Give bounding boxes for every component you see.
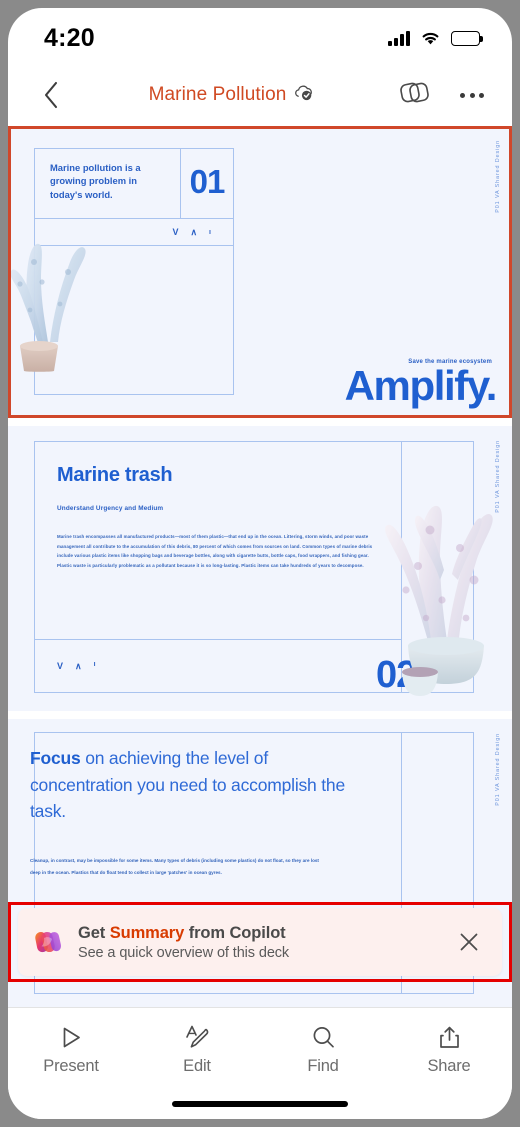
slide1-tick-1: V [172,227,179,237]
slide3-heading-bold: Focus [30,748,81,768]
slide2-title: Marine trash [57,464,173,486]
bottom-toolbar: Present Edit Find Share [8,1007,512,1119]
slide2-tick-2: ∧ [75,661,82,671]
coral-plant-image [382,470,498,700]
close-icon[interactable] [454,927,484,957]
slide1-wordmark: Amplify. [344,362,498,410]
battery-icon [451,30,483,46]
slide1-number: 01 [180,149,233,218]
home-indicator [172,1101,348,1107]
slide-thumbnail-1[interactable]: P01 VA Shared Design Marine pollution is… [8,126,512,418]
toolbar-item-share[interactable]: Share [394,1022,504,1076]
toolbar-item-find[interactable]: Find [268,1022,378,1076]
slide1-row-top: Marine pollution is a growing problem in… [35,149,233,219]
slide1-quote: Marine pollution is a growing problem in… [50,162,141,200]
slide2-ticks: V ∧ ı [57,661,96,672]
slide3-heading: Focus on achieving the level of concentr… [30,745,360,825]
document-title-group[interactable]: Marine Pollution [64,84,398,106]
nav-bar: Marine Pollution [8,64,512,126]
banner-title-prefix: Get [78,923,110,942]
slide1-tick-3: ı [209,228,211,236]
more-options-icon[interactable] [458,85,486,106]
slide2-subtitle: Understand Urgency and Medium [57,505,164,512]
copilot-pages-icon[interactable] [398,78,432,113]
banner-text-block: Get Summary from Copilot See a quick ove… [78,924,454,961]
toolbar-label-present: Present [43,1057,99,1075]
slide2-body: Marine trash encompasses all manufacture… [57,534,373,569]
copilot-banner-wrap: Get Summary from Copilot See a quick ove… [8,902,512,982]
slide-thumbnail-2[interactable]: P01 VA Shared Design Marine trash Unders… [8,426,512,711]
status-time: 4:20 [44,23,95,52]
slide-side-label: P01 VA Shared Design [495,733,501,806]
banner-title-highlight: Summary [109,923,185,942]
slide2-content: Marine trash Understand Urgency and Medi… [35,442,401,640]
nav-right-actions [398,78,486,113]
slide-side-label: P01 VA Shared Design [495,140,501,213]
slide2-text-column: Marine trash Understand Urgency and Medi… [35,442,402,692]
toolbar-label-find: Find [307,1057,339,1075]
slide2-tick-1: V [57,661,64,671]
banner-title-suffix: from Copilot [184,923,286,942]
phone-frame: 4:20 Marine Pollution P01 VA Shared Desi… [0,0,520,1127]
banner-title: Get Summary from Copilot [78,924,286,942]
slide1-tick-2: ∧ [190,226,198,237]
toolbar-label-share: Share [427,1057,471,1075]
chevron-left-icon [44,81,58,109]
page-title: Marine Pollution [148,84,287,105]
signal-bars-icon [388,30,410,46]
copilot-logo-icon [32,926,64,958]
cloud-check-icon [293,84,313,106]
banner-subtitle: See a quick overview of this deck [78,944,290,961]
wifi-icon [420,30,441,46]
slide3-body: Cleanup, in contrast, may be impossible … [30,858,319,875]
slide-list[interactable]: P01 VA Shared Design Marine pollution is… [8,126,512,1007]
copilot-summary-banner[interactable]: Get Summary from Copilot See a quick ove… [18,908,502,976]
toolbar-label-edit: Edit [183,1057,211,1075]
search-icon [310,1022,337,1052]
phone-screen: 4:20 Marine Pollution P01 VA Shared Desi… [8,8,512,1119]
slide-gap [8,418,512,426]
slide2-tick-3: ı [93,661,96,668]
status-icons [388,30,483,46]
slide1-wordmark-block: Save the marine ecosystem Amplify. [344,359,498,410]
back-button[interactable] [34,78,68,112]
toolbar-item-present[interactable]: Present [16,1022,126,1076]
coral-plant-image [8,222,92,372]
share-upload-icon [436,1022,463,1052]
pen-edit-icon [183,1022,211,1052]
status-bar: 4:20 [8,8,512,64]
play-triangle-icon [58,1022,85,1052]
slide-gap [8,711,512,719]
toolbar-item-edit[interactable]: Edit [142,1022,252,1076]
